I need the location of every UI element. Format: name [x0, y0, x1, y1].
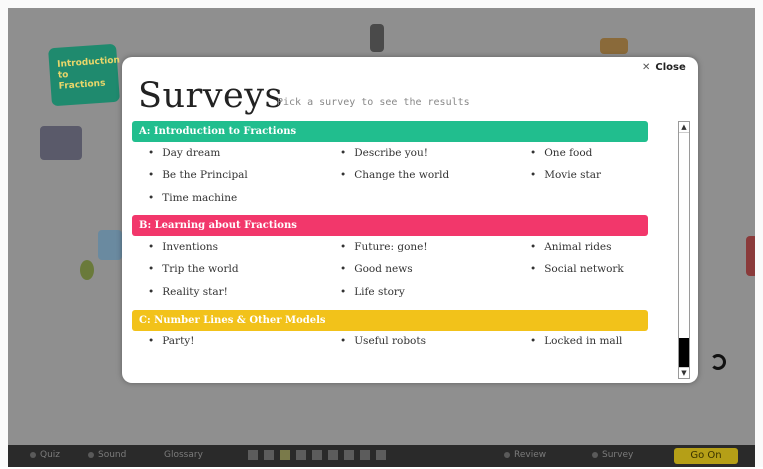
- page-dot[interactable]: [296, 450, 306, 460]
- review-label: Review: [514, 450, 547, 460]
- sound-button[interactable]: Sound: [88, 450, 126, 460]
- list-scrollbar[interactable]: ▲ ▼: [678, 121, 690, 379]
- scroll-down-arrow-icon[interactable]: ▼: [679, 367, 689, 378]
- background-doodle-robot: [370, 24, 384, 52]
- close-label: Close: [655, 62, 686, 73]
- quiz-label: Quiz: [40, 450, 61, 460]
- background-doodle-person: [746, 236, 755, 276]
- background-doodle-tree: [80, 260, 94, 280]
- background-doodle-students: [40, 126, 82, 160]
- close-icon: ✕: [642, 62, 651, 73]
- page-dot[interactable]: [328, 450, 338, 460]
- survey-item-inventions[interactable]: Inventions: [148, 241, 218, 253]
- section-header-b: B: Learning about Fractions: [132, 215, 648, 236]
- review-button[interactable]: Review: [504, 450, 546, 460]
- survey-label: Survey: [602, 450, 634, 460]
- survey-item-time-machine[interactable]: Time machine: [148, 192, 237, 204]
- survey-list: A: Introduction to Fractions Day dream D…: [132, 121, 658, 383]
- survey-item-describe-you[interactable]: Describe you!: [340, 147, 428, 159]
- survey-item-locked-in-mall[interactable]: Locked in mall: [530, 335, 622, 347]
- app-frame: Introduction to Fractions Quiz Sound Glo…: [0, 0, 763, 467]
- survey-item-social-network[interactable]: Social network: [530, 263, 624, 275]
- scroll-thumb[interactable]: [679, 338, 689, 368]
- survey-item-animal-rides[interactable]: Animal rides: [530, 241, 611, 253]
- dialog-title: Surveys: [138, 76, 283, 116]
- page-dot[interactable]: [264, 450, 274, 460]
- dialog-subtitle: Pick a survey to see the results: [277, 97, 470, 108]
- glossary-label: Glossary: [164, 450, 203, 460]
- survey-item-one-food[interactable]: One food: [530, 147, 592, 159]
- survey-item-good-news[interactable]: Good news: [340, 263, 412, 275]
- survey-item-useful-robots[interactable]: Useful robots: [340, 335, 426, 347]
- background-doodle-arrow: [710, 354, 726, 370]
- quiz-icon: [30, 451, 36, 458]
- review-icon: [504, 451, 510, 458]
- go-on-button[interactable]: Go On: [674, 448, 738, 464]
- survey-item-future-gone[interactable]: Future: gone!: [340, 241, 427, 253]
- survey-item-trip-the-world[interactable]: Trip the world: [148, 263, 238, 275]
- page-dot[interactable]: [360, 450, 370, 460]
- lesson-title-tag-text: Introduction to Fractions: [56, 55, 121, 92]
- lesson-title-tag: Introduction to Fractions: [48, 43, 121, 107]
- section-header-a: A: Introduction to Fractions: [132, 121, 648, 142]
- sound-icon: [88, 451, 94, 458]
- scroll-up-arrow-icon[interactable]: ▲: [679, 122, 689, 133]
- page-navigator: [248, 450, 438, 461]
- survey-item-day-dream[interactable]: Day dream: [148, 147, 220, 159]
- page-dot[interactable]: [312, 450, 322, 460]
- survey-icon: [592, 451, 598, 458]
- survey-item-reality-star[interactable]: Reality star!: [148, 286, 228, 298]
- survey-item-be-the-principal[interactable]: Be the Principal: [148, 169, 248, 181]
- survey-item-party[interactable]: Party!: [148, 335, 194, 347]
- surveys-dialog: ✕ Close Surveys Pick a survey to see the …: [122, 57, 698, 383]
- survey-button[interactable]: Survey: [592, 450, 633, 460]
- glossary-button[interactable]: Glossary: [164, 450, 203, 460]
- survey-item-life-story[interactable]: Life story: [340, 286, 405, 298]
- page-dot[interactable]: [376, 450, 386, 460]
- section-header-c: C: Number Lines & Other Models: [132, 310, 648, 331]
- bottom-toolbar: Quiz Sound Glossary Review Survey Go On: [8, 445, 755, 467]
- survey-item-movie-star[interactable]: Movie star: [530, 169, 601, 181]
- survey-item-change-the-world[interactable]: Change the world: [340, 169, 449, 181]
- page-dot[interactable]: [344, 450, 354, 460]
- close-button[interactable]: ✕ Close: [642, 62, 686, 73]
- background-doodle-cube: [98, 230, 122, 260]
- sound-label: Sound: [98, 450, 127, 460]
- quiz-button[interactable]: Quiz: [30, 450, 60, 460]
- page-dot[interactable]: [248, 450, 258, 460]
- page-dot-current[interactable]: [280, 450, 290, 460]
- background-doodle-box: [600, 38, 628, 54]
